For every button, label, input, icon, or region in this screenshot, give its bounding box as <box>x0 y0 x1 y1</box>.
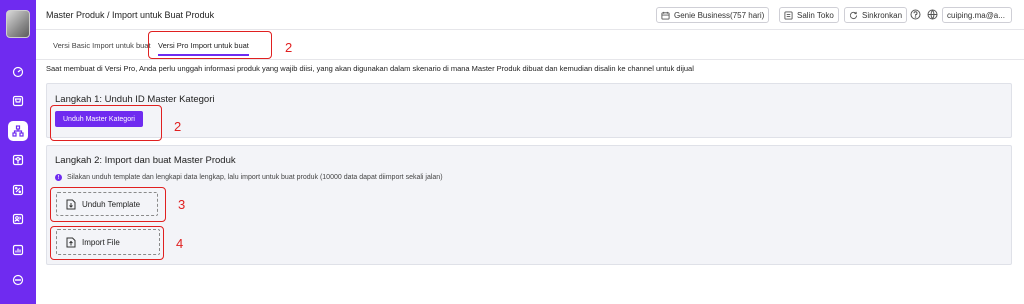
top-header: Master Produk / Import untuk Buat Produk… <box>36 0 1024 30</box>
users-icon[interactable] <box>8 209 28 229</box>
plan-selector[interactable]: Genie Business(757 hari) <box>656 7 770 23</box>
calendar-icon <box>661 11 670 20</box>
page-description: Saat membuat di Versi Pro, Anda perlu un… <box>46 64 694 73</box>
plan-label: Genie Business(757 hari) <box>674 10 765 20</box>
annotation-box-download-template <box>50 187 166 222</box>
sync-icon <box>849 11 858 19</box>
step2-title: Langkah 2: Import dan buat Master Produk <box>55 155 236 166</box>
step2-info: ! Silakan unduh template dan lengkapi da… <box>55 174 443 181</box>
globe-icon[interactable] <box>927 9 938 20</box>
tab-basic-import[interactable]: Versi Basic Import untuk buat <box>53 30 151 60</box>
step2-info-text: Silakan unduh template dan lengkapi data… <box>67 174 443 181</box>
step1-title: Langkah 1: Unduh ID Master Kategori <box>55 94 215 105</box>
sync-button[interactable]: Sinkronkan <box>844 7 908 23</box>
annotation-number-download-template: 3 <box>178 197 186 212</box>
copy-store-icon <box>784 10 793 20</box>
chat-icon[interactable] <box>8 270 28 290</box>
percent-icon[interactable] <box>8 180 28 200</box>
dashboard-icon[interactable] <box>8 62 28 82</box>
sidebar <box>0 0 36 304</box>
annotation-number-import-file: 4 <box>176 236 184 251</box>
tab-basic-label: Versi Basic Import untuk buat <box>53 40 151 50</box>
cart-icon[interactable] <box>8 91 28 111</box>
annotation-number-tab: 2 <box>285 40 293 55</box>
copy-store-label: Salin Toko <box>797 10 834 20</box>
annotation-box-tab <box>148 31 272 59</box>
step1-panel: Langkah 1: Unduh ID Master Kategori Undu… <box>46 83 1012 138</box>
help-icon[interactable] <box>910 9 921 20</box>
annotation-number-download-category: 2 <box>174 119 182 134</box>
avatar[interactable] <box>6 10 30 38</box>
account-label: cuiping.ma@a... <box>947 10 1005 20</box>
sync-label: Sinkronkan <box>862 10 903 20</box>
step2-panel: Langkah 2: Import dan buat Master Produk… <box>46 145 1012 265</box>
breadcrumb: Master Produk / Import untuk Buat Produk <box>46 10 215 20</box>
annotation-box-import-file <box>50 226 164 260</box>
box-icon[interactable] <box>8 150 28 170</box>
annotation-box-download-category <box>50 105 162 141</box>
chart-icon[interactable] <box>8 240 28 260</box>
copy-store-button[interactable]: Salin Toko <box>779 7 839 23</box>
product-tree-icon[interactable] <box>8 121 28 141</box>
account-menu[interactable]: cuiping.ma@a... <box>942 7 1012 23</box>
info-icon: ! <box>55 174 62 181</box>
